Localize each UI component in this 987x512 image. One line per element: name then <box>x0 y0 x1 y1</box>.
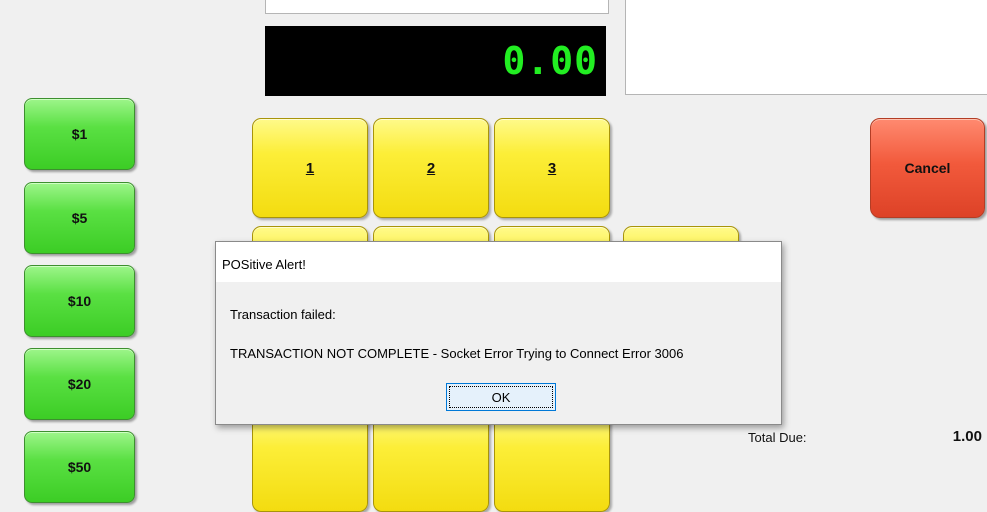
ok-button[interactable]: OK <box>446 383 556 411</box>
alert-dialog-title: POSitive Alert! <box>216 242 781 282</box>
tender-10-button[interactable]: $10 <box>24 265 135 337</box>
tender-20-button[interactable]: $20 <box>24 348 135 420</box>
alert-dialog: POSitive Alert! Transaction failed: TRAN… <box>215 241 782 425</box>
total-due-value: 1.00 <box>952 428 982 445</box>
keypad-bottom-3-button[interactable] <box>494 412 610 512</box>
keypad-3-button[interactable]: 3 <box>494 118 610 218</box>
total-due-label: Total Due: <box>748 430 807 445</box>
keypad-3-label: 3 <box>547 159 557 177</box>
keypad-2-button[interactable]: 2 <box>373 118 489 218</box>
cancel-button[interactable]: Cancel <box>870 118 985 218</box>
keypad-2-label: 2 <box>426 159 436 177</box>
tender-1-button[interactable]: $1 <box>24 98 135 170</box>
receipt-panel <box>625 0 987 95</box>
tender-5-button[interactable]: $5 <box>24 182 135 254</box>
alert-message-line1: Transaction failed: <box>230 307 336 322</box>
keypad-bottom-2-button[interactable] <box>373 412 489 512</box>
amount-value: 0.00 <box>502 39 598 83</box>
tender-50-button[interactable]: $50 <box>24 431 135 503</box>
top-input-field[interactable] <box>265 0 609 14</box>
alert-message-line2: TRANSACTION NOT COMPLETE - Socket Error … <box>230 346 684 361</box>
keypad-bottom-1-button[interactable] <box>252 412 368 512</box>
keypad-1-label: 1 <box>305 159 315 177</box>
keypad-1-button[interactable]: 1 <box>252 118 368 218</box>
amount-display: 0.00 <box>265 26 606 96</box>
